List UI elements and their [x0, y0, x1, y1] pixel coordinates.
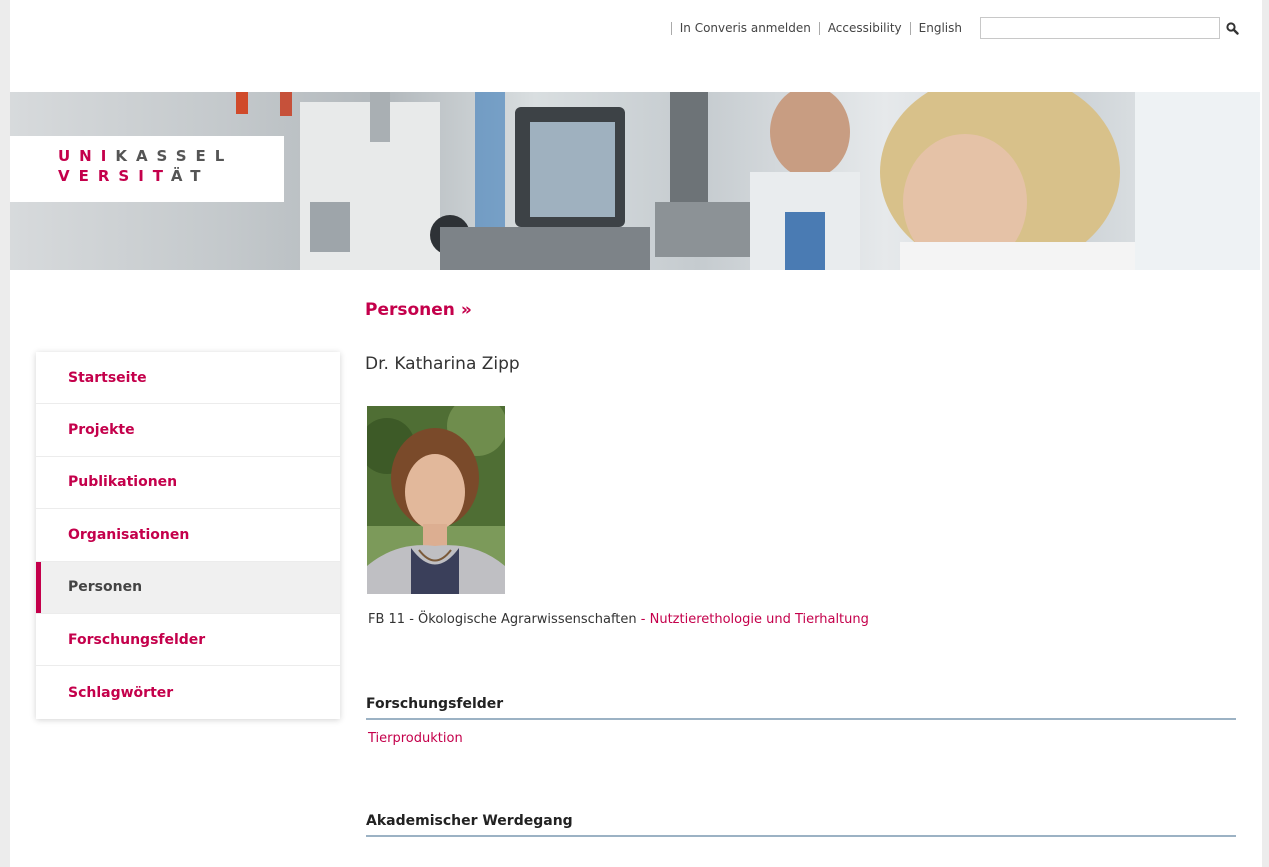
affiliation: FB 11 - Ökologische Agrarwissenschaften … [368, 612, 869, 627]
sidebar-item-personen[interactable]: Personen [36, 561, 340, 614]
person-photo [367, 406, 505, 594]
affiliation-group-link[interactable]: Nutztierethologie und Tierhaltung [650, 612, 869, 627]
page: In Converis anmelden Accessibility Engli… [10, 0, 1262, 867]
sidebar-item-startseite[interactable]: Startseite [36, 352, 340, 405]
page-title: Dr. Katharina Zipp [365, 354, 520, 374]
search-icon [1225, 21, 1239, 35]
sidebar-nav: Startseite Projekte Publikationen Organi… [36, 352, 340, 719]
section-heading-werdegang: Akademischer Werdegang [366, 813, 1236, 837]
breadcrumb[interactable]: Personen » [365, 300, 472, 320]
logo-text-versit: VERSIT [58, 167, 171, 185]
section-heading-forschungsfelder: Forschungsfelder [366, 696, 1236, 720]
sidebar-item-projekte[interactable]: Projekte [36, 404, 340, 457]
top-bar: In Converis anmelden Accessibility Engli… [670, 14, 1244, 42]
sidebar-item-organisationen[interactable]: Organisationen [36, 509, 340, 562]
logo-text-uni: UNI [58, 147, 116, 165]
sidebar-item-forschungsfelder[interactable]: Forschungsfelder [36, 614, 340, 667]
logo-text-kassel: KASSEL [115, 147, 234, 165]
university-logo[interactable]: UNIKASSEL VERSITÄT [10, 136, 284, 202]
accessibility-link[interactable]: Accessibility [818, 21, 910, 35]
search-button[interactable] [1220, 17, 1244, 39]
converis-login-link[interactable]: In Converis anmelden [670, 21, 819, 35]
affiliation-separator: - [636, 612, 650, 627]
english-link[interactable]: English [909, 21, 970, 35]
search-input[interactable] [980, 17, 1220, 39]
sidebar-item-schlagwoerter[interactable]: Schlagwörter [36, 666, 340, 718]
affiliation-department: FB 11 - Ökologische Agrarwissenschaften [368, 612, 637, 627]
research-field-link[interactable]: Tierproduktion [368, 731, 463, 746]
logo-text-at: ÄT [170, 167, 210, 185]
header-banner: UNIKASSEL VERSITÄT [10, 92, 1260, 270]
sidebar-item-publikationen[interactable]: Publikationen [36, 457, 340, 510]
